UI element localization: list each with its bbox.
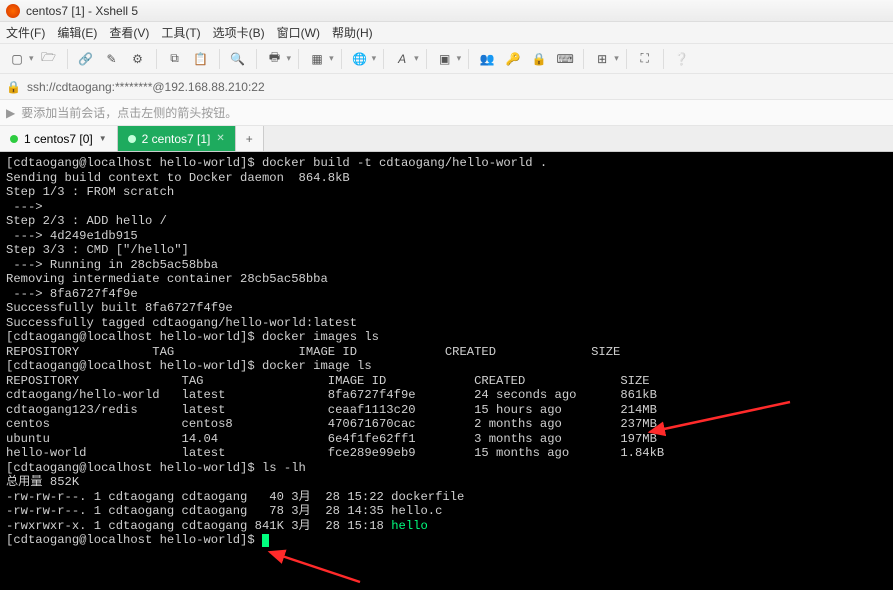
menu-bar: 文件(F) 编辑(E) 查看(V) 工具(T) 选项卡(B) 窗口(W) 帮助(… <box>0 22 893 44</box>
lock-button[interactable]: 🔒 <box>528 48 550 70</box>
term-line: Successfully tagged cdtaogang/hello-worl… <box>6 316 357 330</box>
open-button[interactable]: 🗁 <box>38 48 60 70</box>
term-line: centos centos8 470671670cac 2 months ago… <box>6 417 657 431</box>
term-line: [cdtaogang@localhost hello-world]$ docke… <box>6 330 379 344</box>
tab-label: 2 centos7 [1] <box>142 132 211 146</box>
help-button[interactable]: ❔ <box>671 48 693 70</box>
term-line: Removing intermediate container 28cb5ac5… <box>6 272 328 286</box>
tile-button[interactable]: ⊞ <box>591 48 613 70</box>
term-line: -rw-rw-r--. 1 cdtaogang cdtaogang 78 3月 … <box>6 504 442 518</box>
reconnect-button[interactable]: 🔗 <box>75 48 97 70</box>
key-button[interactable]: 🔑 <box>502 48 524 70</box>
tab-label: 1 centos7 [0] <box>24 132 93 146</box>
users-button[interactable]: 👥 <box>476 48 498 70</box>
menu-edit[interactable]: 编辑(E) <box>57 24 97 41</box>
term-line: 总用量 852K <box>6 475 79 489</box>
term-line: -rwxrwxr-x. 1 cdtaogang cdtaogang 841K 3… <box>6 519 391 533</box>
properties-button[interactable]: ⚙ <box>127 48 149 70</box>
status-dot-icon <box>128 135 136 143</box>
annotation-arrow-1 <box>640 382 800 441</box>
term-line: [cdtaogang@localhost hello-world]$ docke… <box>6 359 372 373</box>
menu-view[interactable]: 查看(V) <box>109 24 149 41</box>
menu-help[interactable]: 帮助(H) <box>332 24 373 41</box>
menu-window[interactable]: 窗口(W) <box>277 24 320 41</box>
hint-bar: ▶ 要添加当前会话，点击左侧的箭头按钮。 <box>0 100 893 126</box>
term-line: [cdtaogang@localhost hello-world]$ docke… <box>6 156 547 170</box>
term-line: Sending build context to Docker daemon 8… <box>6 171 350 185</box>
term-line: -rw-rw-r--. 1 cdtaogang cdtaogang 40 3月 … <box>6 490 464 504</box>
close-icon[interactable]: ✕ <box>216 133 224 144</box>
hint-arrow-icon[interactable]: ▶ <box>6 106 15 120</box>
print-button[interactable]: 🖶 <box>264 48 286 70</box>
term-line: Step 3/3 : CMD ["/hello"] <box>6 243 189 257</box>
menu-file[interactable]: 文件(F) <box>6 24 45 41</box>
menu-tools[interactable]: 工具(T) <box>161 24 200 41</box>
term-line: ---> 8fa6727f4f9e <box>6 287 138 301</box>
plus-icon: + <box>246 132 253 146</box>
tab-centos7-0[interactable]: 1 centos7 [0] ▼ <box>0 126 118 151</box>
address-bar: 🔒 ssh://cdtaogang:********@192.168.88.21… <box>0 74 893 100</box>
chevron-down-icon: ▼ <box>99 134 107 143</box>
term-line: REPOSITORY TAG IMAGE ID CREATED SIZE <box>6 374 650 388</box>
term-line: ubuntu 14.04 6e4f1fe62ff1 3 months ago 1… <box>6 432 657 446</box>
lock-icon: 🔒 <box>6 80 21 94</box>
find-button[interactable]: 🔍 <box>227 48 249 70</box>
term-prompt: [cdtaogang@localhost hello-world]$ <box>6 533 262 547</box>
cursor <box>262 534 269 547</box>
term-line: Step 1/3 : FROM scratch <box>6 185 174 199</box>
term-line: REPOSITORY TAG IMAGE ID CREATED SIZE <box>6 345 620 359</box>
disconnect-button[interactable]: ✎ <box>101 48 123 70</box>
app-icon <box>6 4 20 18</box>
script-button[interactable]: ⌨ <box>554 48 576 70</box>
tab-bar: 1 centos7 [0] ▼ 2 centos7 [1] ✕ + <box>0 126 893 152</box>
layout-button[interactable]: ▦ <box>306 48 328 70</box>
hint-text: 要添加当前会话，点击左侧的箭头按钮。 <box>21 104 237 121</box>
toolbar: ▢▾ 🗁 🔗 ✎ ⚙ ⧉ 📋 🔍 🖶▾ ▦▾ 🌐▾ A▾ ▣▾ 👥 🔑 🔒 ⌨ … <box>0 44 893 74</box>
encoding-button[interactable]: 🌐 <box>349 48 371 70</box>
term-line: Successfully built 8fa6727f4f9e <box>6 301 233 315</box>
copy-button[interactable]: ⧉ <box>164 48 186 70</box>
paste-button[interactable]: 📋 <box>190 48 212 70</box>
term-line: ---> <box>6 200 50 214</box>
term-line: Step 2/3 : ADD hello / <box>6 214 167 228</box>
term-line: hello-world latest fce289e99eb9 15 month… <box>6 446 664 460</box>
tab-centos7-1[interactable]: 2 centos7 [1] ✕ <box>118 126 236 151</box>
new-session-button[interactable]: ▢ <box>6 48 28 70</box>
tab-add-button[interactable]: + <box>236 126 264 151</box>
font-button[interactable]: A <box>391 48 413 70</box>
term-exec-file: hello <box>391 519 428 533</box>
annotation-arrow-2 <box>260 532 370 590</box>
menu-tabs[interactable]: 选项卡(B) <box>213 24 265 41</box>
term-line: [cdtaogang@localhost hello-world]$ ls -l… <box>6 461 306 475</box>
status-dot-icon <box>10 135 18 143</box>
term-line: cdtaogang123/redis latest ceaaf1113c20 1… <box>6 403 657 417</box>
term-line: cdtaogang/hello-world latest 8fa6727f4f9… <box>6 388 657 402</box>
color-button[interactable]: ▣ <box>434 48 456 70</box>
window-title: centos7 [1] - Xshell 5 <box>26 4 138 18</box>
term-line: ---> Running in 28cb5ac58bba <box>6 258 218 272</box>
terminal-output[interactable]: [cdtaogang@localhost hello-world]$ docke… <box>0 152 893 590</box>
title-bar: centos7 [1] - Xshell 5 <box>0 0 893 22</box>
fullscreen-button[interactable]: ⛶ <box>634 48 656 70</box>
address-text[interactable]: ssh://cdtaogang:********@192.168.88.210:… <box>27 80 265 94</box>
term-line: ---> 4d249e1db915 <box>6 229 138 243</box>
